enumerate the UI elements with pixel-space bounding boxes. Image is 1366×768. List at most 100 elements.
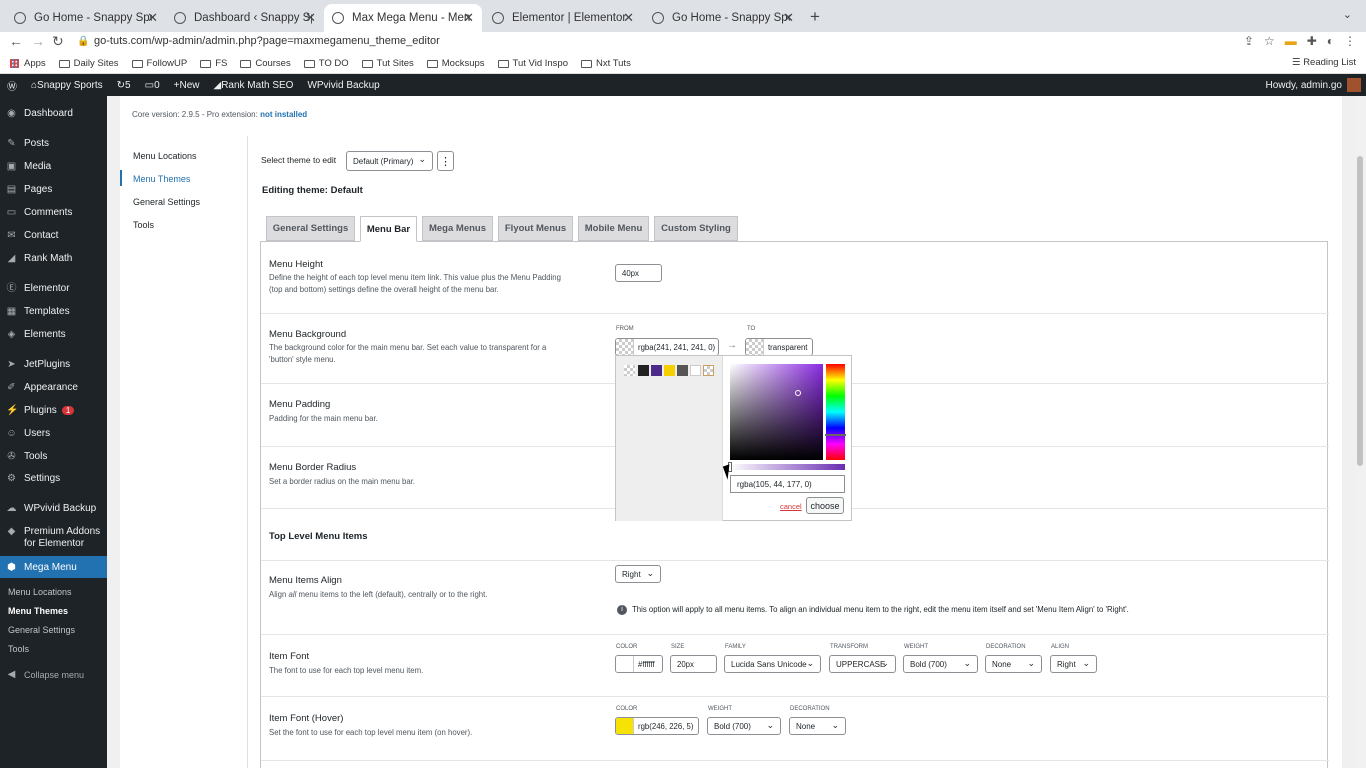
bookmark-folder[interactable]: FS [200, 58, 227, 69]
url-field[interactable]: go-tuts.com/wp-admin/admin.php?page=maxm… [94, 35, 440, 47]
menu-height-input[interactable]: 40px [615, 264, 662, 282]
admin-bar-site[interactable]: ⌂ Snappy Sports [31, 80, 103, 91]
profile-icon[interactable]: ◐ [1327, 34, 1334, 48]
bookmark-folder[interactable]: TO DO [303, 58, 349, 69]
bookmark-folder[interactable]: FollowUP [131, 58, 187, 69]
tab-mega-menus[interactable]: Mega Menus [422, 216, 493, 241]
palette-swatch[interactable] [703, 365, 714, 376]
palette-swatch[interactable] [664, 365, 675, 376]
palette-swatch[interactable] [638, 365, 649, 376]
menu-dots-icon[interactable]: ⋮ [1344, 34, 1356, 48]
sidebar-item-settings[interactable]: ⚙ Settings [0, 473, 107, 484]
back-icon[interactable]: ← [9, 33, 23, 49]
theme-options-button[interactable]: ⋮ [437, 151, 454, 171]
submenu-menu-themes[interactable]: Menu Themes [133, 174, 190, 184]
item-font-align[interactable]: Right ⌄ [1050, 655, 1097, 673]
collapse-menu[interactable]: ◀ Collapse menu [0, 669, 107, 680]
lock-icon[interactable]: 🔒 [77, 36, 89, 47]
sidebar-item-pages[interactable]: ▤ Pages [0, 184, 107, 195]
item-font-color[interactable]: #ffffff [615, 655, 663, 673]
sidebar-item-appearance[interactable]: ✐ Appearance [0, 382, 107, 393]
sidebar-sub-menu-locations[interactable]: Menu Locations [8, 587, 72, 597]
admin-bar-updates[interactable]: ↻ 5 [117, 80, 131, 91]
bookmark-apps[interactable]: Apps [10, 58, 46, 69]
sidebar-item-posts[interactable]: ✎ Posts [0, 138, 107, 149]
cancel-link[interactable]: cancel [780, 502, 802, 511]
item-font-hover-weight[interactable]: Bold (700) ⌄ [707, 717, 781, 735]
bookmark-folder[interactable]: Nxt Tuts [580, 58, 631, 69]
background-to-color[interactable]: transparent [745, 338, 813, 356]
admin-bar-comments[interactable]: ▭ 0 [145, 80, 160, 91]
reading-list[interactable]: ☰ Reading List [1292, 57, 1356, 68]
bookmark-folder[interactable]: Daily Sites [58, 58, 119, 69]
item-font-hover-decoration[interactable]: None ⌄ [789, 717, 846, 735]
tab-flyout-menus[interactable]: Flyout Menus [498, 216, 573, 241]
submenu-tools[interactable]: Tools [133, 220, 154, 230]
chevron-down-icon[interactable]: ⌄ [1343, 8, 1352, 21]
item-font-size[interactable]: 20px [670, 655, 717, 673]
tab-mobile-menu[interactable]: Mobile Menu [578, 216, 649, 241]
sidebar-item-contact[interactable]: ✉ Contact [0, 230, 107, 241]
palette-swatch[interactable] [651, 365, 662, 376]
extension-icon[interactable]: ▬ [1285, 34, 1297, 48]
sidebar-item-elements[interactable]: ◈ Elements [0, 329, 107, 340]
sidebar-item-users[interactable]: ☺ Users [0, 428, 107, 439]
tab-general-settings[interactable]: General Settings [266, 216, 355, 241]
sidebar-sub-menu-themes[interactable]: Menu Themes [8, 606, 68, 616]
star-icon[interactable]: ☆ [1264, 34, 1275, 48]
admin-bar-new[interactable]: + New [174, 80, 200, 91]
sidebar-item-media[interactable]: ▣ Media [0, 161, 107, 172]
sidebar-item-rankmath[interactable]: ◢ Rank Math [0, 253, 107, 264]
browser-tab[interactable]: Dashboard ‹ Snappy Sports —✕ [166, 4, 324, 32]
theme-select[interactable]: Default (Primary) ⌄ [346, 151, 433, 171]
alpha-slider[interactable] [728, 462, 845, 472]
sidebar-item-templates[interactable]: ▦ Templates [0, 306, 107, 317]
sidebar-item-comments[interactable]: ▭ Comments [0, 207, 107, 218]
tab-menu-bar[interactable]: Menu Bar [360, 216, 417, 242]
admin-bar-rankmath[interactable]: ◢ Rank Math SEO [213, 80, 293, 91]
items-align-select[interactable]: Right ⌄ [615, 565, 661, 583]
submenu-general-settings[interactable]: General Settings [133, 197, 200, 207]
bookmark-folder[interactable]: Tut Sites [361, 58, 414, 69]
admin-bar-wpvivid[interactable]: WPvivid Backup [307, 80, 379, 91]
close-icon[interactable]: ✕ [623, 10, 634, 26]
scrollbar-thumb[interactable] [1357, 156, 1363, 466]
sidebar-item-mega-menu[interactable]: ⬢ Mega Menu [0, 556, 107, 578]
bookmark-folder[interactable]: Tut Vid Inspo [497, 58, 568, 69]
palette-swatch[interactable] [624, 365, 635, 376]
browser-tab[interactable]: Go Home - Snappy Sports✕ [644, 4, 802, 32]
sidebar-item-dashboard[interactable]: ◉ Dashboard [0, 108, 107, 119]
forward-icon[interactable]: → [31, 33, 45, 49]
hue-slider[interactable] [825, 364, 846, 460]
hue-handle[interactable] [825, 434, 846, 436]
palette-swatch[interactable] [690, 365, 701, 376]
choose-button[interactable]: choose [806, 497, 844, 514]
close-icon[interactable]: ✕ [305, 10, 316, 26]
sidebar-item-plugins[interactable]: ⚡ Plugins 1 [0, 405, 107, 416]
palette-swatch[interactable] [677, 365, 688, 376]
browser-tab-active[interactable]: Max Mega Menu - Menu Them✕ [324, 4, 482, 32]
saturation-area[interactable] [730, 364, 823, 460]
bookmark-folder[interactable]: Courses [240, 58, 291, 69]
sidebar-item-wpvivid[interactable]: ☁ WPvivid Backup [0, 503, 107, 514]
not-installed-link[interactable]: not installed [260, 110, 307, 119]
close-icon[interactable]: ✕ [147, 10, 158, 26]
background-from-color[interactable]: rgba(241, 241, 241, 0) [615, 338, 719, 356]
tab-custom-styling[interactable]: Custom Styling [654, 216, 738, 241]
item-font-hover-color[interactable]: rgb(246, 226, 5) [615, 717, 699, 735]
item-font-family[interactable]: Lucida Sans Unicode ⌄ [724, 655, 821, 673]
picker-handle[interactable] [795, 390, 801, 396]
item-font-decoration[interactable]: None ⌄ [985, 655, 1042, 673]
reload-icon[interactable]: ↻ [52, 33, 64, 50]
puzzle-icon[interactable]: ✚ [1307, 34, 1317, 48]
sidebar-item-jetplugins[interactable]: ➤ JetPlugins [0, 359, 107, 370]
sidebar-sub-tools[interactable]: Tools [8, 644, 29, 654]
bookmark-folder[interactable]: Mocksups [426, 58, 485, 69]
share-icon[interactable]: ⇪ [1244, 34, 1254, 48]
sidebar-item-elementor[interactable]: Ⓔ Elementor [0, 283, 107, 294]
close-icon[interactable]: ✕ [783, 10, 794, 26]
item-font-weight[interactable]: Bold (700) ⌄ [903, 655, 978, 673]
browser-tab[interactable]: Elementor | Elementor Header✕ [484, 4, 642, 32]
browser-tab[interactable]: Go Home - Snappy Sports✕ [6, 4, 166, 32]
sidebar-item-tools[interactable]: ✇ Tools [0, 451, 107, 462]
